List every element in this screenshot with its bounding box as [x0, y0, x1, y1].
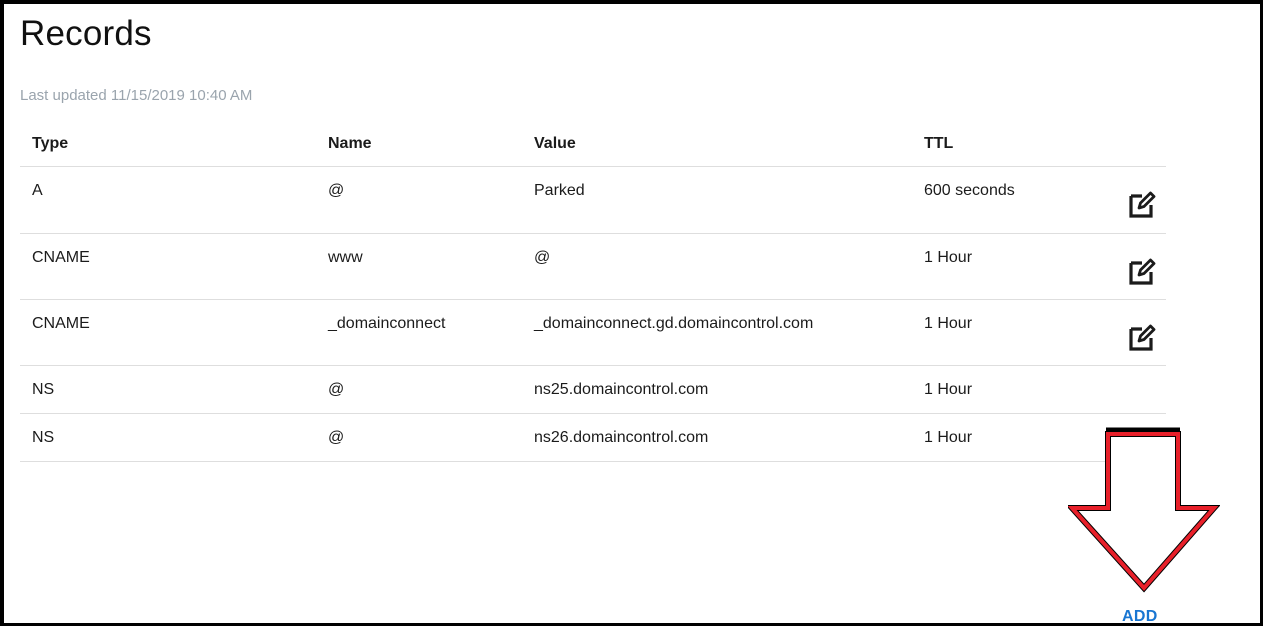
records-table: Type Name Value TTL A @ Parked 600 secon… [20, 122, 1166, 462]
record-name: @ [328, 429, 345, 446]
edit-icon[interactable] [1128, 322, 1158, 352]
page-title: Records [20, 14, 152, 53]
record-value: _domainconnect.gd.domaincontrol.com [534, 315, 814, 332]
record-name: @ [328, 182, 345, 199]
record-name: www [328, 249, 363, 266]
column-header-type: Type [32, 135, 69, 152]
column-header-ttl: TTL [924, 135, 954, 152]
record-type: CNAME [32, 249, 90, 266]
record-ttl: 1 Hour [924, 249, 973, 266]
table-row: CNAME _domainconnect _domainconnect.gd.d… [20, 300, 1166, 366]
record-ttl: 1 Hour [924, 315, 973, 332]
edit-icon[interactable] [1128, 189, 1158, 219]
table-row: A @ Parked 600 seconds [20, 167, 1166, 234]
records-panel: Records Last updated 11/15/2019 10:40 AM… [0, 0, 1263, 626]
record-value: ns26.domaincontrol.com [534, 429, 709, 446]
column-header-name: Name [328, 135, 372, 152]
last-updated-text: Last updated 11/15/2019 10:40 AM [20, 87, 253, 104]
table-row: NS @ ns26.domaincontrol.com 1 Hour [20, 414, 1166, 462]
table-header-row: Type Name Value TTL [20, 122, 1166, 167]
down-arrow-icon [1068, 427, 1220, 593]
add-record-button[interactable]: ADD [1122, 608, 1158, 626]
record-type: NS [32, 381, 55, 398]
record-type: A [32, 182, 43, 199]
record-name: _domainconnect [328, 315, 446, 332]
record-type: CNAME [32, 315, 90, 332]
record-ttl: 1 Hour [924, 429, 973, 446]
edit-icon[interactable] [1128, 256, 1158, 286]
record-value: @ [534, 249, 551, 266]
record-value: Parked [534, 182, 585, 199]
table-row: NS @ ns25.domaincontrol.com 1 Hour [20, 366, 1166, 414]
record-name: @ [328, 381, 345, 398]
table-row: CNAME www @ 1 Hour [20, 234, 1166, 300]
record-type: NS [32, 429, 55, 446]
column-header-value: Value [534, 135, 576, 152]
record-ttl: 600 seconds [924, 182, 1015, 199]
record-ttl: 1 Hour [924, 381, 973, 398]
record-value: ns25.domaincontrol.com [534, 381, 709, 398]
